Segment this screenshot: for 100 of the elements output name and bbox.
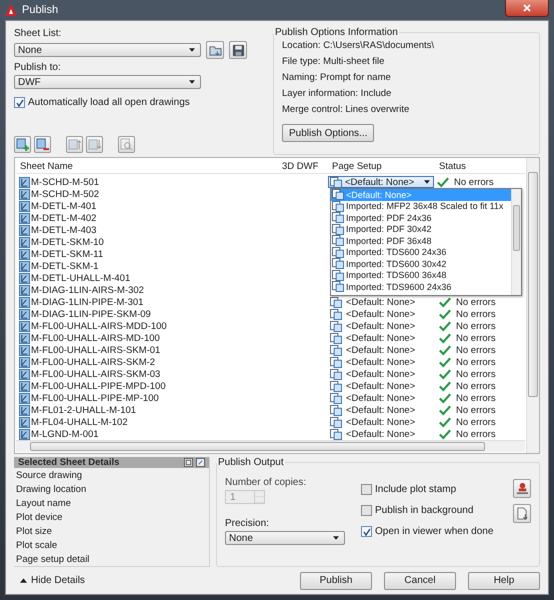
page-setup-text: <Default: None> <box>346 368 416 380</box>
publish-options-button[interactable]: Publish Options... <box>282 124 374 142</box>
sheet-name[interactable]: M-FL00-UHALL-AIRS-MDD-100 <box>31 320 167 332</box>
vertical-scrollbar[interactable] <box>526 158 539 453</box>
detail-label: Plot size <box>15 524 53 538</box>
info-line: Location: C:\Users\RAS\documents\ <box>282 40 436 51</box>
sheet-icon <box>19 260 30 272</box>
sheet-name[interactable]: M-DIAG-1LIN-PIPE-SKM-09 <box>31 308 151 320</box>
sheet-name[interactable]: M-FL00-UHALL-AIRS-SKM-03 <box>31 368 160 380</box>
sheet-icon <box>19 392 30 404</box>
detail-label: Plot scale <box>15 538 58 552</box>
precision-dropdown[interactable]: None <box>225 531 345 545</box>
save-sheet-list-button[interactable] <box>229 41 247 59</box>
check-icon <box>439 344 451 356</box>
dialog-button[interactable]: Cancel <box>384 572 456 590</box>
move-down-button[interactable] <box>86 136 103 153</box>
detail-label: Page setup detail <box>15 552 90 566</box>
add-sheets-button[interactable] <box>14 136 31 153</box>
check-icon <box>437 176 449 188</box>
sheet-name[interactable]: M-DETL-UHALL-M-401 <box>31 272 130 284</box>
sheet-name[interactable]: M-FL01-2-UHALL-M-101 <box>31 404 136 416</box>
list-scrollbar[interactable] <box>511 189 521 295</box>
page-setup-option[interactable]: Imported: PDF 30x42 <box>331 224 511 235</box>
page-setup-text: <Default: None> <box>346 428 416 440</box>
sheet-icon <box>19 356 30 368</box>
sheet-name[interactable]: M-FL00-UHALL-PIPE-MP-100 <box>31 392 159 404</box>
column-header[interactable]: 3D DWF <box>278 160 328 172</box>
column-header[interactable]: Status <box>435 160 525 172</box>
option-checkbox[interactable] <box>361 484 372 495</box>
move-up-button[interactable] <box>66 136 83 153</box>
sheet-icon <box>19 188 30 200</box>
check-icon <box>439 404 451 416</box>
sheet-name[interactable]: M-SCHD-M-502 <box>31 188 100 200</box>
page-setup-option[interactable]: Imported: TDS600 36x48 <box>331 270 511 281</box>
page-setup-dropdown[interactable]: <Default: None> <box>328 176 434 188</box>
page-setup-option[interactable]: Imported: PDF 24x36 <box>331 212 511 224</box>
page-setup-icon <box>330 344 342 356</box>
sheet-icon <box>19 176 30 188</box>
sheet-name[interactable]: M-DETL-M-402 <box>31 212 96 224</box>
page-setup-text: <Default: None> <box>346 392 416 404</box>
sheet-name[interactable]: M-FL04-UHALL-M-102 <box>31 416 128 428</box>
sheet-icon <box>19 416 30 428</box>
auto-load-label: Automatically load all open drawings <box>28 97 190 108</box>
page-setup-option[interactable]: Imported: TDS600 30x42 <box>331 258 511 270</box>
option-checkbox[interactable] <box>361 526 372 537</box>
sheet-name[interactable]: M-DETL-M-401 <box>31 200 96 212</box>
sheet-name[interactable]: M-DETL-SKM-1 <box>31 260 99 272</box>
copy-icon <box>184 458 193 467</box>
sheet-name[interactable]: M-FL00-UHALL-PIPE-MPD-100 <box>31 380 166 392</box>
sheet-name[interactable]: M-FL00-UHALL-AIRS-SKM-01 <box>31 344 160 356</box>
preview-button[interactable] <box>118 136 135 153</box>
dialog-button[interactable]: Publish <box>300 572 372 590</box>
sheet-name[interactable]: M-DETL-M-403 <box>31 224 96 236</box>
page-setup-text: <Default: None> <box>346 404 416 416</box>
sheet-name[interactable]: M-FL00-UHALL-AIRS-MD-100 <box>31 332 160 344</box>
page-setup-icon <box>330 368 342 380</box>
page-setup-icon <box>330 404 342 416</box>
dialog-button[interactable]: Help <box>468 572 540 590</box>
page-setup-option[interactable]: Imported: PDF 36x48 <box>331 235 511 246</box>
column-header[interactable]: Page Setup <box>328 160 435 172</box>
sheet-icon <box>19 284 30 296</box>
sheet-name[interactable]: M-DETL-SKM-11 <box>31 248 104 260</box>
sheet-name[interactable]: M-SCHD-M-501 <box>31 176 100 188</box>
check-icon <box>439 416 451 428</box>
collapse-icon <box>20 578 27 583</box>
sheet-list-label: Sheet List: <box>14 28 62 39</box>
page-setup-option[interactable]: Imported: TDS600 24x36 <box>331 246 511 258</box>
sheet-name[interactable]: M-FL00-UHALL-AIRS-SKM-2 <box>31 356 156 368</box>
check-icon <box>439 392 451 404</box>
sheet-icon <box>19 200 30 212</box>
horizontal-scrollbar[interactable] <box>16 440 525 452</box>
sheet-icon <box>19 320 30 332</box>
page-setup-option[interactable]: Imported: TDS9600 24x36 <box>331 281 511 292</box>
page-setup-option[interactable]: Imported: MFP2 36x48 Scaled to fit 11x <box>331 200 511 212</box>
sheet-name[interactable]: M-DIAG-1LIN-AIRS-M-302 <box>31 284 144 296</box>
auto-load-checkbox[interactable] <box>14 97 25 108</box>
sheet-name[interactable]: M-DIAG-1LIN-PIPE-M-301 <box>31 296 144 308</box>
load-sheet-list-button[interactable] <box>206 41 224 59</box>
close-button[interactable] <box>505 0 549 17</box>
hide-details-button[interactable]: Hide Details <box>14 575 85 586</box>
page-setup-icon <box>330 356 342 368</box>
save-document-button[interactable] <box>513 504 531 523</box>
option-checkbox[interactable] <box>361 505 372 516</box>
sheet-name[interactable]: M-DETL-SKM-10 <box>31 236 104 248</box>
group-title: Publish Output <box>217 457 285 468</box>
page-setup-icon <box>330 380 342 392</box>
page-setup-icon <box>330 320 342 332</box>
sheet-icon <box>19 332 30 344</box>
plot-stamp-button[interactable] <box>513 479 531 498</box>
sheet-icon <box>19 428 30 440</box>
group-title: Publish Options Information <box>274 27 399 38</box>
check-icon <box>439 320 451 332</box>
publish-to-dropdown[interactable]: DWF <box>14 75 201 89</box>
move-up-icon <box>68 138 81 151</box>
page-setup-text: <Default: None> <box>346 332 416 344</box>
sheet-list-dropdown[interactable]: None <box>14 43 201 57</box>
sheet-name[interactable]: M-LGND-M-001 <box>31 428 99 440</box>
column-header[interactable]: Sheet Name <box>16 160 278 172</box>
status-text: No errors <box>456 380 496 392</box>
remove-sheets-button[interactable] <box>34 136 51 153</box>
